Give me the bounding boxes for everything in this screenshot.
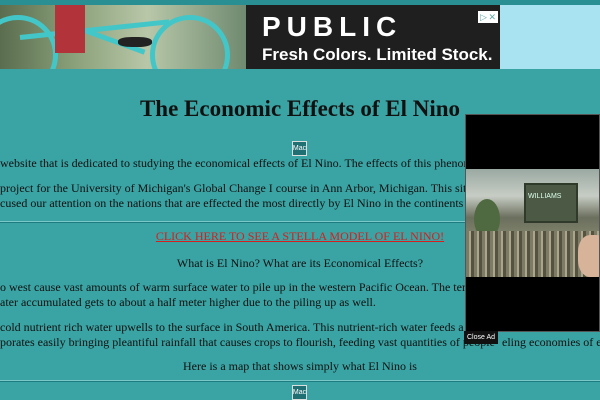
para1-line-2: ater accumulated gets to about a half me… — [0, 295, 376, 309]
intro-line-2: project for the University of Michigan's… — [0, 181, 489, 195]
ad-banner[interactable]: PUBLIC Fresh Colors. Limited Stock. ▷ ✕ — [0, 5, 500, 69]
divider — [0, 380, 600, 382]
para2-line-2: porates easily bringing pleantiful rainf… — [0, 335, 495, 349]
video-sign-text: WILLIAMS — [528, 193, 562, 200]
stella-model-link[interactable]: CLICK HERE TO SEE A STELLA MODEL OF EL N… — [156, 229, 444, 243]
intro-line-1: website that is dedicated to studying th… — [0, 156, 497, 170]
video-frame[interactable]: WILLIAMS — [466, 169, 599, 277]
ad-subline[interactable]: Fresh Colors. Limited Stock. — [262, 45, 493, 65]
broken-image-icon: Mac — [292, 385, 307, 400]
adchoices-icon[interactable]: ▷ ✕ — [478, 11, 498, 23]
ad-side-panel — [500, 5, 600, 69]
intro-line-3: cused our attention on the nations that … — [0, 196, 494, 210]
ad-headline[interactable]: PUBLIC — [262, 11, 402, 43]
ad-bicycle-photo — [0, 5, 246, 69]
video-ad-player[interactable]: WILLIAMS — [465, 114, 600, 332]
map-caption: Here is a map that shows simply what El … — [183, 359, 417, 373]
broken-image-icon: Mac — [292, 141, 307, 156]
para2-line-1: cold nutrient rich water upwells to the … — [0, 320, 486, 334]
para1-line-1: o west cause vast amounts of warm surfac… — [0, 280, 492, 294]
para2-line-2-tail: eling economies of en — [502, 335, 600, 349]
close-ad-button[interactable]: Close Ad — [464, 331, 498, 344]
